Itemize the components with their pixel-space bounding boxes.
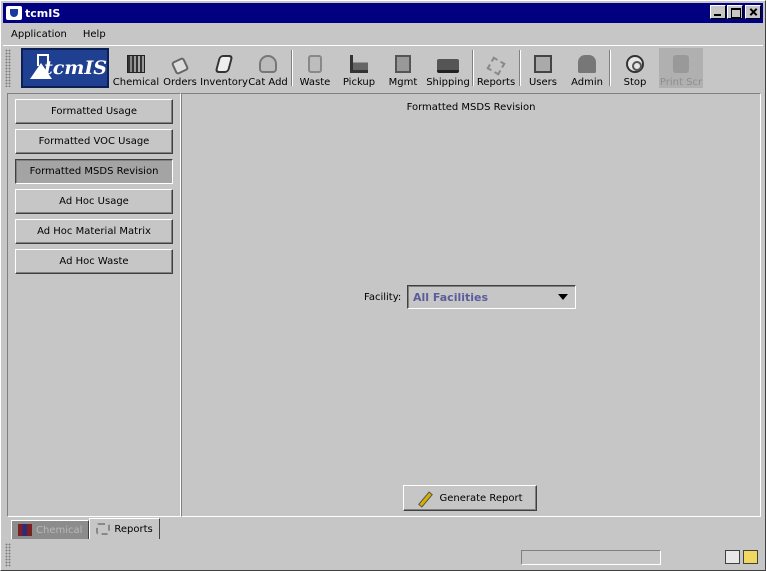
ad-hoc-waste-button[interactable]: Ad Hoc Waste [15, 249, 173, 274]
report-form-panel: Formatted MSDS Revision Facility: All Fa… [181, 93, 761, 517]
toolbar-shipping-button[interactable]: Shipping [425, 48, 471, 88]
statusbar-grip [5, 543, 11, 567]
toolbar-label: Stop [623, 77, 647, 88]
lock-icon[interactable] [743, 550, 758, 564]
facility-label: Facility: [364, 292, 402, 303]
toolbar-label: Cat Add [248, 77, 288, 88]
menu-help[interactable]: Help [75, 29, 114, 40]
chemical-icon [127, 55, 145, 73]
chevron-down-icon[interactable] [558, 294, 568, 300]
orders-icon [170, 56, 190, 76]
toolbar-label: Shipping [426, 77, 470, 88]
toolbar-cat-add-button[interactable]: Cat Add [247, 48, 289, 88]
print-icon [673, 55, 689, 73]
toolbar-label: Inventory [200, 77, 248, 88]
toolbar-print-screen-button[interactable]: Print Scr [659, 48, 703, 88]
menu-bar: Application Help [3, 25, 114, 43]
report-list-panel: Formatted Usage Formatted VOC Usage Form… [7, 93, 181, 517]
toolbar-label: Chemical [112, 77, 160, 88]
stop-icon [626, 55, 644, 73]
formatted-voc-usage-button[interactable]: Formatted VOC Usage [15, 129, 173, 154]
pickup-icon [350, 55, 368, 73]
tab-label: Reports [114, 523, 153, 535]
toolbar-separator [609, 50, 611, 86]
report-title: Formatted MSDS Revision [406, 102, 536, 113]
toolbar-label: Mgmt [388, 77, 418, 88]
tcmis-logo: tcmIS [21, 48, 109, 88]
cat-add-icon [259, 55, 277, 73]
toolbar-admin-button[interactable]: Admin [569, 48, 605, 88]
users-icon [534, 55, 552, 73]
formatted-usage-button[interactable]: Formatted Usage [15, 99, 173, 124]
toolbar-waste-button[interactable]: Waste [297, 48, 333, 88]
app-icon[interactable] [6, 6, 22, 20]
toolbar-label: Waste [299, 77, 331, 88]
toolbar-orders-button[interactable]: Orders [162, 48, 198, 88]
menu-application[interactable]: Application [3, 29, 75, 40]
minimize-button[interactable] [710, 5, 726, 19]
facility-dropdown[interactable]: All Facilities [407, 285, 576, 309]
toolbar-label: Users [528, 77, 557, 88]
window-title: tcmIS [25, 6, 61, 20]
toolbar-pickup-button[interactable]: Pickup [340, 48, 378, 88]
facility-value: All Facilities [413, 290, 489, 304]
close-button[interactable] [745, 5, 761, 19]
toolbar-label: Pickup [342, 77, 376, 88]
toolbar-mgmt-button[interactable]: Mgmt [387, 48, 419, 88]
mgmt-icon [395, 55, 411, 73]
toolbar-chemical-button[interactable]: Chemical [113, 48, 159, 88]
formatted-msds-revision-button[interactable]: Formatted MSDS Revision [15, 159, 173, 184]
toolbar-label: Admin [571, 77, 603, 88]
tab-label: Chemical [36, 524, 83, 536]
toolbar-separator [472, 50, 474, 86]
ad-hoc-usage-button[interactable]: Ad Hoc Usage [15, 189, 173, 214]
reports-icon [96, 523, 111, 535]
toolbar-inventory-button[interactable]: Inventory [200, 48, 248, 88]
admin-icon [578, 55, 596, 73]
toolbar-users-button[interactable]: Users [525, 48, 561, 88]
toolbar-label: Reports [476, 77, 516, 88]
maximize-button[interactable] [727, 5, 743, 19]
toolbar-label: Print Scr [659, 77, 703, 88]
toolbar-reports-button[interactable]: Reports [476, 48, 516, 88]
flask-icon [29, 54, 52, 82]
generate-report-label: Generate Report [439, 492, 523, 504]
tab-chemical[interactable]: Chemical [11, 520, 90, 539]
toolbar: tcmIS Chemical Orders Inventory Cat Add … [3, 45, 763, 89]
ad-hoc-material-matrix-button[interactable]: Ad Hoc Material Matrix [15, 219, 173, 244]
shipping-icon [437, 59, 459, 73]
inventory-icon [214, 55, 234, 73]
toolbar-separator [519, 50, 521, 86]
reports-icon [486, 56, 506, 76]
toolbar-separator [291, 50, 293, 86]
lightning-bolt-icon [417, 491, 431, 505]
speaker-icon[interactable] [725, 550, 740, 564]
status-progress-bar [521, 550, 661, 565]
toolbar-grip[interactable] [5, 49, 11, 87]
logo-text: tcmIS [43, 57, 107, 79]
toolbar-stop-button[interactable]: Stop [617, 48, 653, 88]
toolbar-label: Orders [163, 77, 197, 88]
generate-report-button[interactable]: Generate Report [403, 485, 537, 511]
tab-reports[interactable]: Reports [89, 518, 160, 539]
module-tabs: Chemical Reports [11, 518, 160, 539]
waste-icon [308, 55, 322, 73]
title-bar[interactable]: tcmIS [3, 3, 763, 23]
chemical-icon [18, 524, 32, 536]
app-window: tcmIS Application Help tcmIS Chemical Or… [0, 0, 766, 571]
